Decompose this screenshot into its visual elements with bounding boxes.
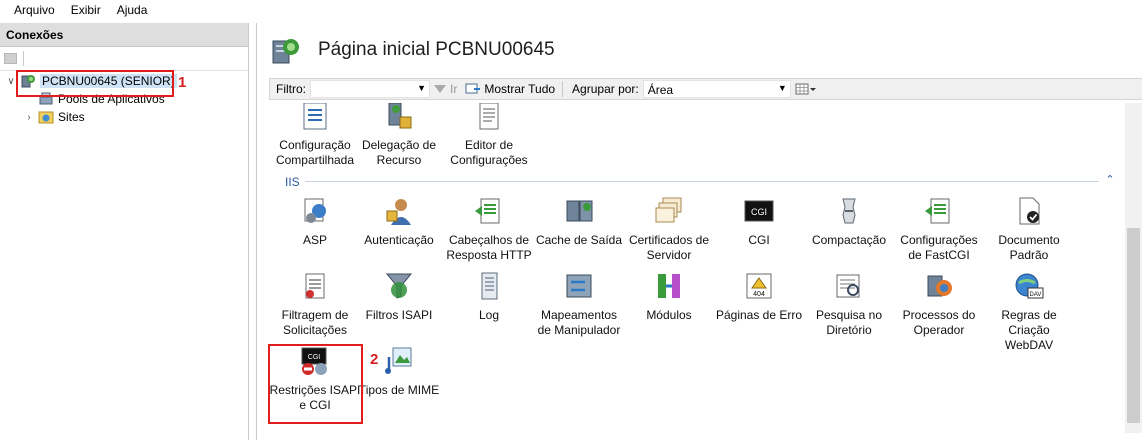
feature-modules[interactable]: Módulos (623, 270, 715, 323)
vertical-scrollbar[interactable] (1125, 103, 1142, 433)
feature-directory-browsing[interactable]: Pesquisa no Diretório (803, 270, 895, 338)
worker-processes-icon (927, 275, 952, 297)
default-document-icon (1019, 197, 1040, 225)
feature-mime-types[interactable]: Tipos de MIME (353, 345, 445, 398)
group-divider (305, 181, 1099, 182)
feature-fastcgi[interactable]: Configurações de FastCGI (893, 195, 985, 263)
filter-bar: Filtro: ▼ Ir Mostrar Tudo Agrupar por: Á… (269, 78, 1142, 100)
menu-ajuda[interactable]: Ajuda (109, 0, 156, 21)
sites-icon (38, 111, 54, 124)
feature-compression[interactable]: Compactação (803, 195, 895, 248)
http-headers-icon (475, 198, 500, 224)
annotation-box-2 (268, 344, 363, 424)
group-by-label: Agrupar por: (572, 82, 639, 96)
main-pane: Página inicial PCBNU00645 Filtro: ▼ Ir M… (256, 23, 1142, 440)
chevron-down-icon[interactable]: ∨ (6, 76, 16, 87)
show-all-label: Mostrar Tudo (484, 82, 556, 96)
funnel-icon (434, 85, 446, 93)
filter-separator (562, 81, 564, 97)
feature-error-pages[interactable]: 404 Páginas de Erro (713, 270, 805, 323)
server-certificates-icon (655, 197, 682, 223)
config-editor-icon (479, 103, 499, 130)
feature-log[interactable]: Log (443, 270, 535, 323)
svg-text:CGI: CGI (751, 207, 767, 217)
feature-worker-processes[interactable]: Processos do Operador (893, 270, 985, 338)
page-title: Página inicial PCBNU00645 (318, 39, 555, 60)
feature-delegation[interactable]: Delegação de Recurso (353, 103, 445, 168)
connect-icon[interactable] (4, 53, 17, 64)
scrollbar-thumb[interactable] (1127, 228, 1140, 423)
feature-shared-config[interactable]: Configuração Compartilhada (269, 103, 361, 168)
go-button[interactable]: Ir (430, 82, 461, 96)
filter-label: Filtro: (276, 82, 306, 96)
feature-authentication[interactable]: Autenticação (353, 195, 445, 248)
features-view: Configuração Compartilhada Delegação de … (269, 103, 1129, 433)
isapi-filters-icon (385, 273, 413, 299)
feature-cgi[interactable]: CGI CGI (713, 195, 805, 248)
server-home-icon (272, 39, 299, 64)
shared-config-icon (303, 103, 327, 130)
log-icon (481, 272, 498, 300)
feature-asp[interactable]: ASP (269, 195, 361, 248)
fastcgi-icon (925, 198, 950, 224)
show-all-icon (465, 83, 481, 94)
menu-arquivo[interactable]: Arquivo (6, 0, 63, 21)
sites-label: Sites (58, 110, 85, 124)
cgi-icon: CGI (744, 200, 774, 222)
output-cache-icon (566, 200, 593, 222)
filter-input[interactable]: ▼ (310, 80, 430, 98)
menu-bar: Arquivo Exibir Ajuda (0, 0, 1142, 21)
feature-output-cache[interactable]: Cache de Saída (533, 195, 625, 248)
feature-webdav[interactable]: DAV Regras de Criação WebDAV (983, 270, 1075, 353)
handler-mappings-icon (566, 274, 592, 298)
show-all-button[interactable]: Mostrar Tudo (461, 82, 559, 96)
feature-isapi-filters[interactable]: Filtros ISAPI (353, 270, 445, 323)
error-pages-icon: 404 (746, 273, 772, 299)
feature-config-editor[interactable]: Editor de Configurações (443, 103, 535, 168)
annotation-number-1: 1 (178, 74, 187, 91)
annotation-number-2: 2 (370, 351, 379, 368)
chevron-down-icon[interactable]: ▼ (417, 83, 426, 93)
compression-icon (842, 198, 856, 224)
go-label: Ir (450, 82, 458, 96)
group-by-select[interactable]: Área ▼ (642, 80, 791, 98)
view-grid-icon (795, 83, 816, 95)
svg-text:404: 404 (753, 291, 765, 298)
asp-icon (304, 198, 326, 223)
menu-exibir[interactable]: Exibir (63, 0, 109, 21)
feature-request-filtering[interactable]: Filtragem de Solicitações (269, 270, 361, 338)
connections-toolbar (0, 47, 248, 71)
authentication-icon (386, 199, 411, 225)
svg-text:DAV: DAV (1030, 292, 1042, 298)
chevron-right-icon[interactable]: › (24, 112, 34, 123)
mime-types-icon (385, 347, 412, 374)
toolbar-separator (23, 51, 24, 66)
annotation-box-1 (16, 70, 174, 97)
feature-default-document[interactable]: Documento Padrão (983, 195, 1075, 263)
chevron-up-icon[interactable]: ⌃ (1103, 173, 1117, 186)
chevron-down-icon[interactable]: ▼ (778, 83, 787, 93)
view-mode-button[interactable] (791, 83, 821, 95)
directory-browsing-icon (836, 274, 860, 298)
modules-icon (658, 274, 680, 298)
feature-http-headers[interactable]: Cabeçalhos de Resposta HTTP (443, 195, 535, 263)
feature-handler-mappings[interactable]: Mapeamentos de Manipulador (533, 270, 625, 338)
group-iis-label: IIS (285, 175, 300, 189)
tree-node-sites[interactable]: › Sites (24, 108, 85, 126)
feature-server-certificates[interactable]: Certificados de Servidor (623, 195, 715, 263)
feature-delegation-icon (388, 103, 412, 129)
webdav-icon: DAV (1015, 273, 1044, 299)
request-filtering-icon (305, 273, 325, 299)
connections-header: Conexões (0, 23, 248, 47)
